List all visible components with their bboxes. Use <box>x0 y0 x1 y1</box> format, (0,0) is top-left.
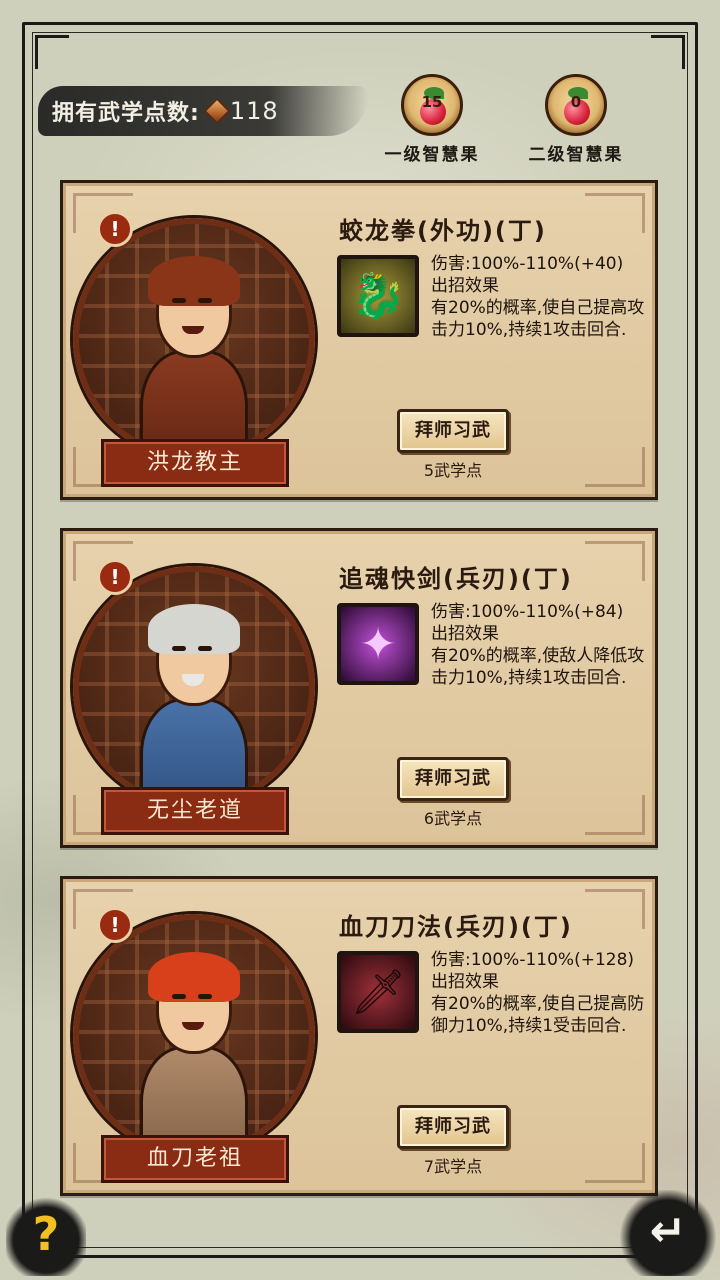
master-card: ! 洪龙教主 蛟龙拳(外功)(丁) 🐉 伤害:100%-110%(+40) 出招… <box>60 180 658 500</box>
alert-icon: ! <box>97 211 133 247</box>
skill-cost: 7武学点 <box>423 1157 483 1176</box>
help-button[interactable]: ? <box>6 1196 86 1276</box>
fruit-name: 一级智慧果 <box>384 145 480 165</box>
skill-effect-label: 出招效果 <box>431 624 499 644</box>
master-name: 血刀老祖 <box>101 1135 289 1183</box>
skill-description: 伤害:100%-110%(+40) 出招效果 有20%的概率,使自己提高攻击力1… <box>431 253 659 341</box>
points-label: 拥有武学点数: <box>52 101 200 126</box>
skill-cost: 5武学点 <box>423 461 483 480</box>
martial-points-display: 拥有武学点数: 118 <box>38 86 368 136</box>
fruit-count: 15 <box>421 93 443 111</box>
wisdom-fruit-icon: 15 <box>401 74 463 136</box>
skill-damage: 伤害:100%-110%(+40) <box>431 254 624 274</box>
points-value: 118 <box>229 97 279 125</box>
learn-button[interactable]: 拜师习武 <box>397 757 509 801</box>
skill-effect-label: 出招效果 <box>431 276 499 296</box>
master-name: 无尘老道 <box>101 787 289 835</box>
alert-icon: ! <box>97 907 133 943</box>
sword-icon: ✦ <box>337 603 419 685</box>
fruit-count: 0 <box>570 93 582 111</box>
wisdom-fruit-icon: 0 <box>545 74 607 136</box>
skill-damage: 伤害:100%-110%(+84) <box>431 602 624 622</box>
learn-button[interactable]: 拜师习武 <box>397 409 509 453</box>
skill-damage: 伤害:100%-110%(+128) <box>431 950 635 970</box>
skill-title: 追魂快剑(兵刃)(丁) <box>339 565 573 593</box>
master-portrait[interactable] <box>73 218 315 460</box>
question-mark-icon: ? <box>32 1207 60 1261</box>
skill-title: 蛟龙拳(外功)(丁) <box>339 217 547 245</box>
skill-effect-text: 有20%的概率,使自己提高攻击力10%,持续1攻击回合. <box>431 298 645 340</box>
skill-effect-label: 出招效果 <box>431 972 499 992</box>
skill-effect-text: 有20%的概率,使自己提高防御力10%,持续1受击回合. <box>431 994 645 1036</box>
fruit-level-2[interactable]: 0 二级智慧果 <box>516 74 636 165</box>
skill-description: 伤害:100%-110%(+84) 出招效果 有20%的概率,使敌人降低攻击力1… <box>431 601 659 689</box>
dragon-icon: 🐉 <box>337 255 419 337</box>
alert-icon: ! <box>97 559 133 595</box>
master-portrait[interactable] <box>73 914 315 1156</box>
skill-effect-text: 有20%的概率,使敌人降低攻击力10%,持续1攻击回合. <box>431 646 645 688</box>
master-portrait[interactable] <box>73 566 315 808</box>
master-card: ! 血刀老祖 血刀刀法(兵刃)(丁) 🗡 伤害:100%-110%(+128) … <box>60 876 658 1196</box>
master-name: 洪龙教主 <box>101 439 289 487</box>
skill-cost: 6武学点 <box>423 809 483 828</box>
blade-icon: 🗡 <box>337 951 419 1033</box>
fruit-level-1[interactable]: 15 一级智慧果 <box>372 74 492 165</box>
gem-icon <box>203 97 231 125</box>
return-arrow-icon: ↵ <box>649 1206 687 1257</box>
back-button[interactable]: ↵ <box>620 1190 716 1276</box>
fruit-name: 二级智慧果 <box>528 145 624 165</box>
learn-button[interactable]: 拜师习武 <box>397 1105 509 1149</box>
master-card: ! 无尘老道 追魂快剑(兵刃)(丁) ✦ 伤害:100%-110%(+84) 出… <box>60 528 658 848</box>
skill-title: 血刀刀法(兵刃)(丁) <box>339 913 573 941</box>
skill-description: 伤害:100%-110%(+128) 出招效果 有20%的概率,使自己提高防御力… <box>431 949 659 1037</box>
